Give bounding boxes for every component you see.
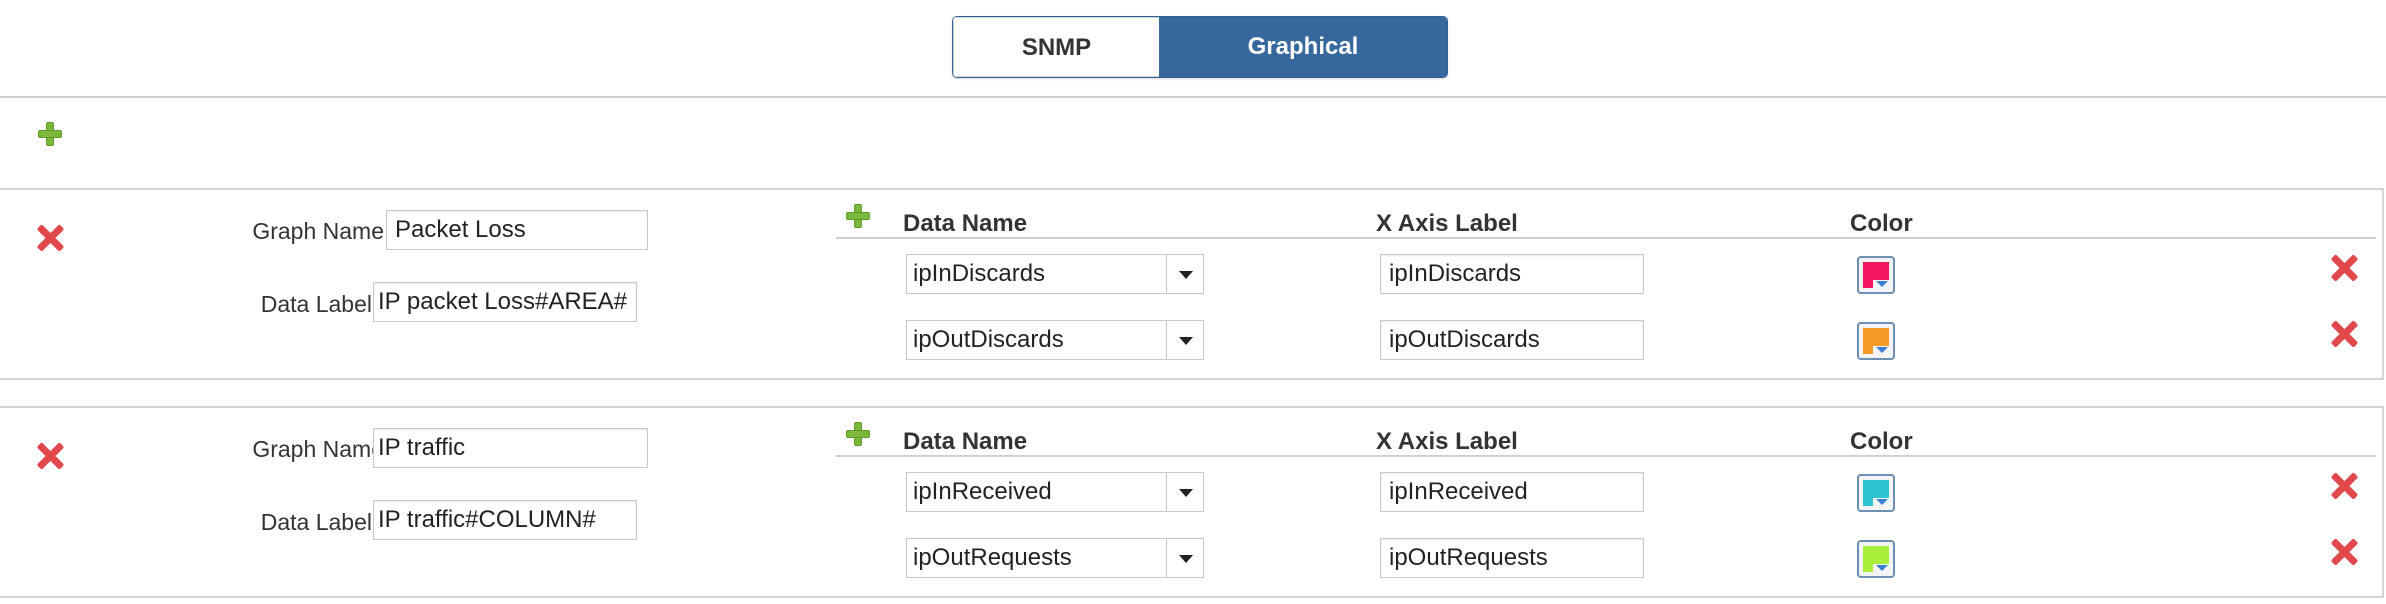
tab-graphical-rendering[interactable]: Graphical Rendering bbox=[1159, 17, 1447, 77]
add-data-row-plus-icon[interactable] bbox=[846, 422, 870, 446]
graph-panel-1: Graph Name Packet Loss Data Label IP pac… bbox=[0, 188, 2384, 380]
tab-snmp-polling[interactable]: SNMP Polling bbox=[953, 17, 1159, 77]
color-picker-button[interactable] bbox=[1857, 322, 1895, 360]
data-name-value: ipOutDiscards bbox=[913, 326, 1064, 353]
data-label-input[interactable]: IP traffic#COLUMN# bbox=[373, 500, 637, 540]
divider bbox=[0, 96, 2386, 98]
color-header: Color bbox=[1850, 210, 1913, 237]
x-axis-label-input[interactable]: ipInDiscards bbox=[1380, 254, 1644, 294]
delete-row-icon[interactable] bbox=[2330, 320, 2358, 348]
data-name-value: ipOutRequests bbox=[913, 544, 1072, 571]
data-name-header: Data Name bbox=[903, 210, 1028, 237]
color-picker-button[interactable] bbox=[1857, 540, 1895, 578]
color-header: Color bbox=[1850, 428, 1913, 455]
delete-graph-icon[interactable] bbox=[36, 224, 64, 252]
caret-down-icon bbox=[1876, 499, 1888, 505]
data-name-header: Data Name bbox=[903, 428, 1028, 455]
add-graph-plus-icon[interactable] bbox=[38, 122, 62, 146]
data-name-value: ipInReceived bbox=[913, 478, 1052, 505]
data-name-select[interactable]: ipInDiscards bbox=[906, 254, 1204, 294]
graph-name-input[interactable]: Packet Loss bbox=[386, 210, 648, 250]
color-swatch bbox=[1863, 546, 1873, 572]
x-axis-label-input[interactable]: ipInReceived bbox=[1380, 472, 1644, 512]
color-swatch bbox=[1863, 480, 1873, 506]
color-picker-button[interactable] bbox=[1857, 256, 1895, 294]
chevron-down-icon bbox=[1166, 255, 1203, 293]
x-axis-label-header: X Axis Label bbox=[1376, 210, 1518, 237]
tab-bar: SNMP Polling Graphical Rendering bbox=[952, 16, 1448, 78]
data-name-select[interactable]: ipOutDiscards bbox=[906, 320, 1204, 360]
color-swatch bbox=[1863, 328, 1873, 354]
graph-panel-2: Graph Name IP traffic Data Label IP traf… bbox=[0, 406, 2384, 598]
data-label-input[interactable]: IP packet Loss#AREA# bbox=[373, 282, 637, 322]
add-data-row-plus-icon[interactable] bbox=[846, 204, 870, 228]
delete-row-icon[interactable] bbox=[2330, 254, 2358, 282]
data-name-select[interactable]: ipOutRequests bbox=[906, 538, 1204, 578]
delete-row-icon[interactable] bbox=[2330, 538, 2358, 566]
color-picker-button[interactable] bbox=[1857, 474, 1895, 512]
data-name-value: ipInDiscards bbox=[913, 260, 1046, 287]
table-header-divider bbox=[836, 455, 2376, 457]
data-label-label: Data Label bbox=[260, 509, 372, 535]
x-axis-label-input[interactable]: ipOutDiscards bbox=[1380, 320, 1644, 360]
chevron-down-icon bbox=[1166, 473, 1203, 511]
caret-down-icon bbox=[1876, 565, 1888, 571]
data-label-label: Data Label bbox=[260, 291, 372, 317]
graph-name-input[interactable]: IP traffic bbox=[373, 428, 648, 468]
table-header-divider bbox=[836, 237, 2376, 239]
color-swatch bbox=[1863, 262, 1873, 288]
chevron-down-icon bbox=[1166, 321, 1203, 359]
delete-row-icon[interactable] bbox=[2330, 472, 2358, 500]
caret-down-icon bbox=[1876, 347, 1888, 353]
delete-graph-icon[interactable] bbox=[36, 442, 64, 470]
data-name-select[interactable]: ipInReceived bbox=[906, 472, 1204, 512]
x-axis-label-header: X Axis Label bbox=[1376, 428, 1518, 455]
graph-name-label: Graph Name bbox=[252, 436, 384, 462]
graph-name-label: Graph Name bbox=[252, 218, 384, 244]
caret-down-icon bbox=[1876, 281, 1888, 287]
chevron-down-icon bbox=[1166, 539, 1203, 577]
x-axis-label-input[interactable]: ipOutRequests bbox=[1380, 538, 1644, 578]
